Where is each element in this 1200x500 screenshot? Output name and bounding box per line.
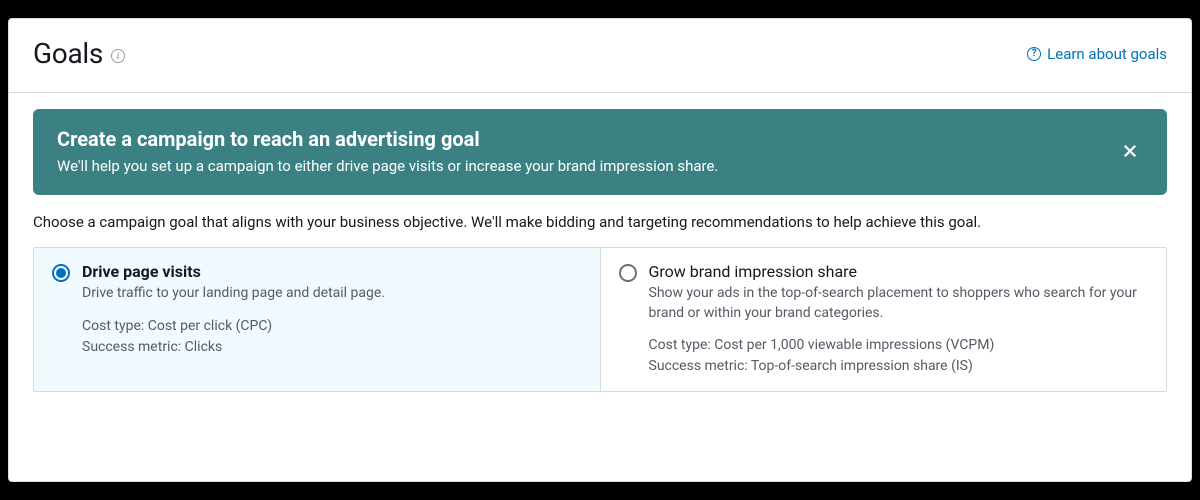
success-metric: Success metric: Clicks xyxy=(82,337,582,358)
option-desc: Drive traffic to your landing page and d… xyxy=(82,284,582,304)
goal-options: Drive page visits Drive traffic to your … xyxy=(33,247,1167,392)
option-title: Grow brand impression share xyxy=(649,262,1149,281)
radio-button[interactable] xyxy=(52,264,70,282)
option-grow-brand-impression[interactable]: Grow brand impression share Show your ad… xyxy=(600,248,1167,391)
help-link[interactable]: ? Learn about goals xyxy=(1027,45,1167,63)
radio-wrap xyxy=(52,262,70,377)
instruction-text: Choose a campaign goal that aligns with … xyxy=(33,213,1167,231)
panel-body: Create a campaign to reach an advertisin… xyxy=(9,93,1191,398)
option-content: Grow brand impression share Show your ad… xyxy=(649,262,1149,377)
cost-type: Cost type: Cost per click (CPC) xyxy=(82,316,582,337)
banner-subtitle: We'll help you set up a campaign to eith… xyxy=(57,157,718,175)
panel-header: Goals i ? Learn about goals xyxy=(9,19,1191,93)
goals-panel: Goals i ? Learn about goals Create a cam… xyxy=(8,18,1192,482)
radio-wrap xyxy=(619,262,637,377)
question-icon: ? xyxy=(1027,47,1041,61)
radio-dot-icon xyxy=(56,268,66,278)
help-link-label: Learn about goals xyxy=(1047,45,1167,63)
banner-text: Create a campaign to reach an advertisin… xyxy=(57,127,718,175)
option-content: Drive page visits Drive traffic to your … xyxy=(82,262,582,377)
cost-type: Cost type: Cost per 1,000 viewable impre… xyxy=(649,335,1149,356)
banner-title: Create a campaign to reach an advertisin… xyxy=(57,127,718,151)
close-icon xyxy=(1121,142,1139,160)
info-banner: Create a campaign to reach an advertisin… xyxy=(33,109,1167,195)
option-meta: Cost type: Cost per click (CPC) Success … xyxy=(82,316,582,358)
success-metric: Success metric: Top-of-search impression… xyxy=(649,356,1149,377)
radio-button[interactable] xyxy=(619,264,637,282)
option-meta: Cost type: Cost per 1,000 viewable impre… xyxy=(649,335,1149,377)
option-desc: Show your ads in the top-of-search place… xyxy=(649,284,1149,323)
banner-close-button[interactable] xyxy=(1117,138,1143,164)
info-icon[interactable]: i xyxy=(111,49,125,63)
page-title: Goals xyxy=(33,37,103,70)
title-wrap: Goals i xyxy=(33,37,125,70)
option-title: Drive page visits xyxy=(82,262,582,281)
option-drive-page-visits[interactable]: Drive page visits Drive traffic to your … xyxy=(34,248,600,391)
